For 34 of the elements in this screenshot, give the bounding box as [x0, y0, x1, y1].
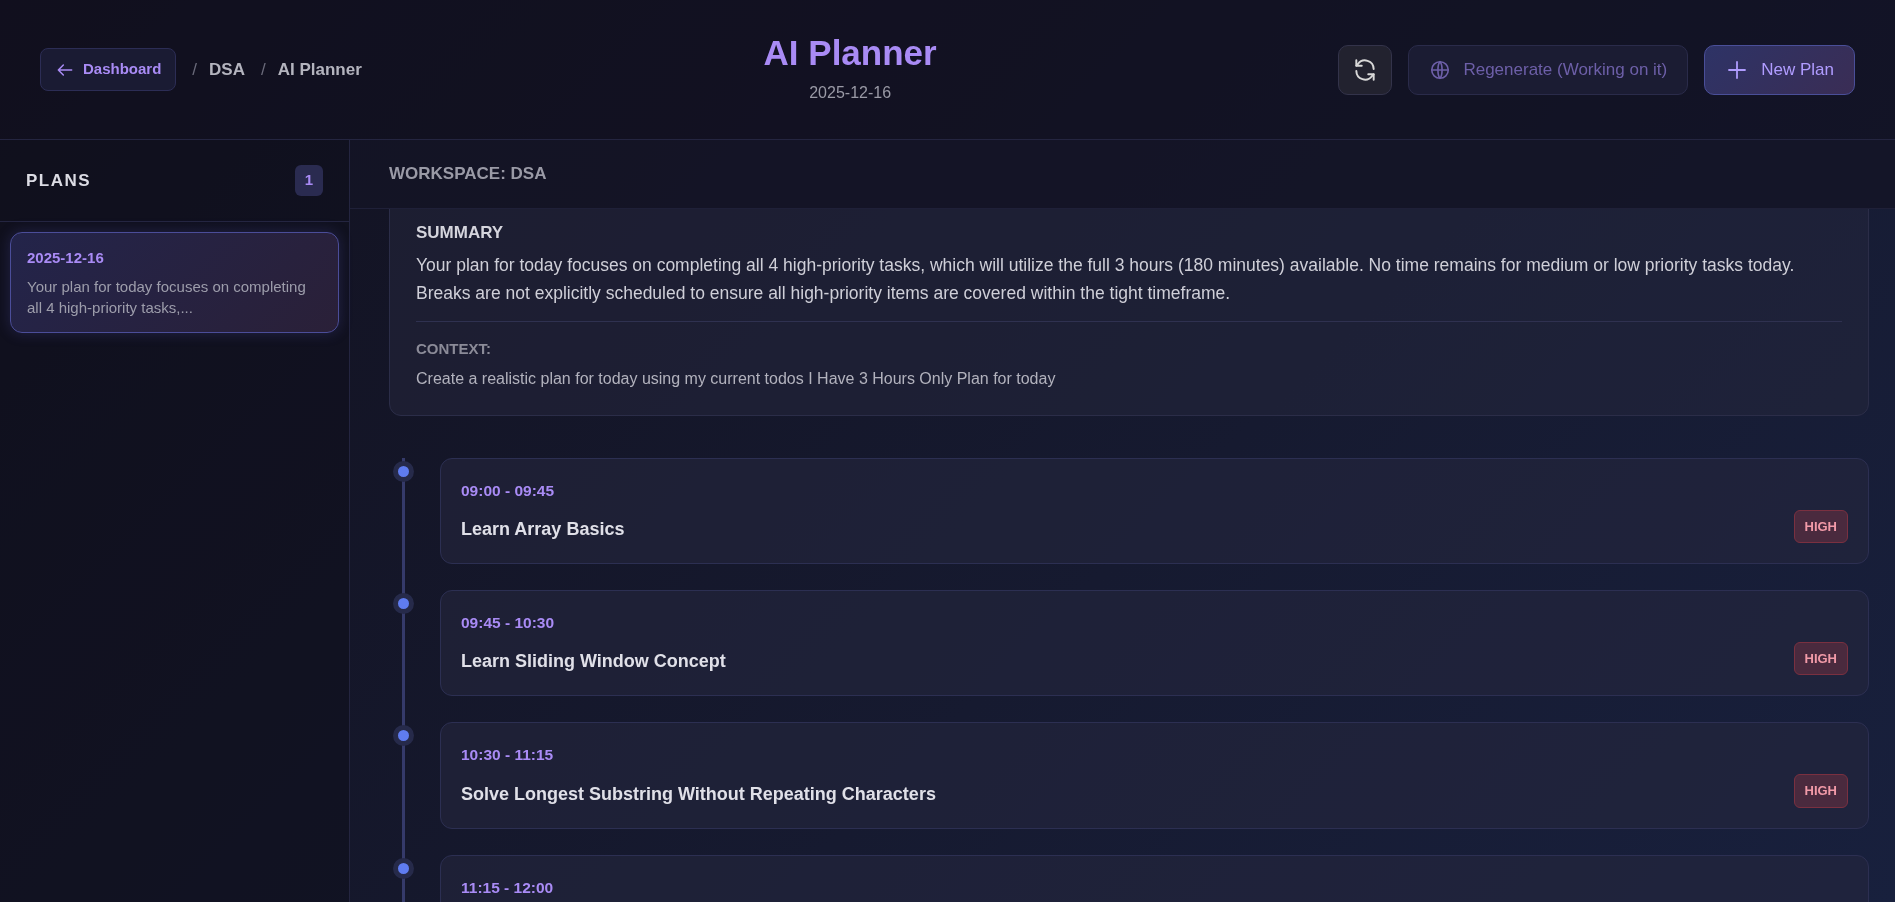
context-label: CONTEXT:	[416, 339, 492, 360]
timeline-dot	[393, 460, 414, 482]
summary-heading: SUMMARY	[416, 221, 505, 244]
context-text: Create a realistic plan for today using my current todos I Have 3 Hours Only Plan for today	[416, 368, 1057, 389]
breadcrumb-item[interactable]: AI Planner	[277, 56, 362, 83]
task-time: 09:00 - 09:45	[461, 480, 556, 501]
task-time: 09:45 - 10:30	[461, 613, 556, 634]
plan-item-preview: Your plan for today focuses on completing all 4 high-priority tasks,...	[27, 276, 307, 318]
summary-text: Your plan for today focuses on completing all 4 high-priority tasks, which will utilize the full 3 hours (180 minutes) available. No time remains for medium or low priority tasks today. Breaks are not explicitly scheduled to ensure all high-priority items are covered within the tight timeframe.	[416, 254, 1796, 306]
priority-tag: HIGH	[1793, 509, 1848, 544]
timeline-dot	[393, 725, 414, 747]
breadcrumb-separator: /	[192, 58, 198, 81]
globe-icon	[1429, 58, 1452, 81]
task-title: Learn Sliding Window Concept	[461, 650, 726, 674]
priority-tag: HIGH	[1793, 641, 1848, 676]
priority-tag: HIGH	[1793, 774, 1848, 808]
back-button[interactable]: Dashboard	[40, 48, 177, 91]
breadcrumb-separator: /	[261, 58, 266, 81]
sidebar-title: PLANS	[26, 169, 92, 192]
new-plan-button[interactable]: New Plan	[1704, 44, 1855, 95]
workspace-title: WORKSPACE: DSA	[389, 163, 547, 186]
refresh-button[interactable]	[1338, 44, 1393, 95]
task-title: Solve Longest Substring Without Repeating Characters	[461, 782, 936, 806]
plan-item[interactable]: 2025-12-16 Your plan for today focuses on completing all 4 high-priority tasks,...	[10, 232, 339, 333]
page-title: AI Planner	[763, 34, 937, 73]
breadcrumb-item[interactable]: DSA	[209, 56, 245, 83]
plan-date: 2025-12-16	[808, 82, 893, 103]
task-time: 11:15 - 12:00	[461, 877, 555, 898]
plan-count: 1	[294, 165, 323, 196]
timeline-dot	[393, 593, 414, 615]
plan-item-date: 2025-12-16	[27, 248, 105, 268]
task-time: 10:30 - 11:15	[461, 745, 555, 766]
task-title: Learn Array Basics	[461, 518, 625, 542]
timeline-dot	[393, 857, 414, 879]
